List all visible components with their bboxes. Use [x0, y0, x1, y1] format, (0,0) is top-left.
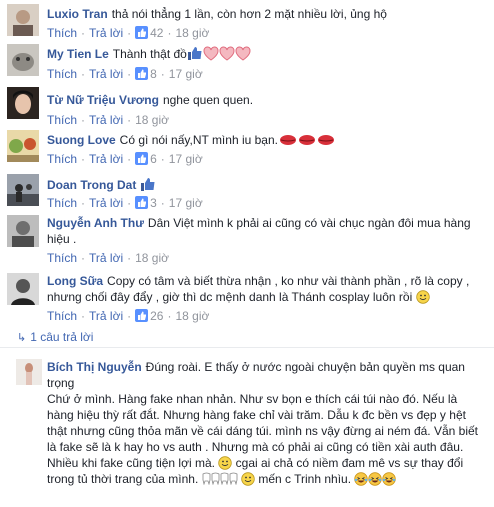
avatar[interactable] [7, 273, 39, 305]
like-button[interactable]: Thích [47, 152, 77, 166]
avatar[interactable] [7, 4, 39, 36]
timestamp[interactable]: 18 giờ [135, 251, 169, 265]
timestamp[interactable]: 17 giờ [169, 67, 203, 81]
avatar[interactable] [7, 44, 39, 76]
like-button[interactable]: Thích [47, 113, 77, 127]
like-button[interactable]: Thích [47, 26, 77, 40]
comment-actions: Thích · Trả lời · 8 · 17 giờ [47, 67, 203, 81]
comment-author[interactable]: Doan Trong Dat [47, 178, 136, 192]
laugh-tears-emoji-icon [382, 472, 397, 486]
like-count[interactable]: 26 [135, 309, 163, 323]
thumbs-up-emoji-icon [141, 178, 155, 191]
comment-author[interactable]: Long Sữa [47, 274, 103, 288]
comment-text-continued: mến c Trinh nhìu. [258, 472, 352, 486]
timestamp[interactable]: 18 giờ [135, 113, 169, 127]
heart-emoji-icon [235, 46, 251, 61]
comment-actions: Thích · Trả lời · 26 · 18 giờ [47, 309, 210, 323]
comment-list: Luxio Tran thả nói thẳng 1 lần, còn hơn 2… [0, 0, 494, 507]
view-replies-link[interactable]: ↳ 1 câu trả lời [17, 330, 93, 345]
like-count[interactable]: 8 [135, 67, 157, 81]
avatar[interactable] [7, 215, 39, 247]
reply-button[interactable]: Trả lời [89, 152, 123, 166]
tooth-emoji-icon [220, 472, 229, 485]
timestamp[interactable]: 18 giờ [175, 26, 209, 40]
divider [0, 347, 494, 348]
reply-button[interactable]: Trả lời [89, 196, 123, 210]
comment-author[interactable]: Luxio Tran [47, 7, 108, 21]
comment-text: Thành thật đồ [112, 47, 187, 61]
comment-actions: Thích · Trả lời · 18 giờ [47, 113, 169, 127]
like-count[interactable]: 42 [135, 26, 163, 40]
reply-button[interactable]: Trả lời [89, 113, 123, 127]
kiss-lips-emoji-icon [317, 135, 334, 145]
avatar[interactable] [7, 174, 39, 206]
like-button[interactable]: Thích [47, 67, 77, 81]
kiss-lips-emoji-icon [279, 135, 296, 145]
avatar[interactable] [7, 87, 39, 119]
laugh-tears-emoji-icon [368, 472, 383, 486]
heart-emoji-icon [203, 46, 219, 61]
smile-emoji-icon [218, 456, 232, 470]
like-icon [135, 152, 149, 165]
comment-text: thả nói thẳng 1 lần, còn hơn 2 mặt nhiều… [111, 7, 387, 21]
comment-author[interactable]: Từ Nữ Triệu Vương [47, 93, 159, 107]
like-count[interactable]: 6 [135, 152, 157, 166]
comment-author[interactable]: Nguyễn Anh Thư [47, 216, 144, 230]
kiss-lips-emoji-icon [298, 135, 315, 145]
tooth-emoji-icon [202, 472, 211, 485]
comment-author[interactable]: My Tien Le [47, 47, 109, 61]
like-button[interactable]: Thích [47, 196, 77, 210]
laugh-tears-emoji-icon [354, 472, 369, 486]
like-button[interactable]: Thích [47, 251, 77, 265]
comment-text: Có gì nói nấy,NT mình iu bạn. [119, 133, 278, 147]
comment-author[interactable]: Bích Thị Nguyễn [47, 360, 142, 374]
reply-button[interactable]: Trả lời [89, 251, 123, 265]
like-icon [135, 67, 149, 80]
like-icon [135, 26, 149, 39]
smile-emoji-icon [415, 290, 430, 304]
tooth-emoji-icon [229, 472, 238, 485]
comment-text: nghe quen quen. [162, 93, 254, 107]
comment-actions: Thích · Trả lời · 6 · 17 giờ [47, 152, 203, 166]
reply-button[interactable]: Trả lời [89, 309, 123, 323]
like-button[interactable]: Thích [47, 309, 77, 323]
smile-emoji-icon [241, 472, 255, 486]
heart-emoji-icon [219, 46, 235, 61]
comment-actions: Thích · Trả lời · 18 giờ [47, 251, 169, 265]
timestamp[interactable]: 18 giờ [175, 309, 209, 323]
timestamp[interactable]: 17 giờ [169, 196, 203, 210]
reply-button[interactable]: Trả lời [89, 67, 123, 81]
like-icon [135, 309, 149, 322]
like-count[interactable]: 3 [135, 196, 157, 210]
reply-button[interactable]: Trả lời [89, 26, 123, 40]
comment-author[interactable]: Suong Love [47, 133, 116, 147]
timestamp[interactable]: 17 giờ [169, 152, 203, 166]
comment-text: Copy có tâm và biết thừa nhận , ko như v… [47, 274, 470, 304]
like-icon [135, 196, 149, 209]
reply-arrow-icon: ↳ [17, 332, 27, 344]
thumbs-up-emoji-icon [187, 47, 202, 60]
tooth-emoji-icon [211, 472, 220, 485]
avatar[interactable] [7, 130, 39, 162]
comment-actions: Thích · Trả lời · 3 · 17 giờ [47, 196, 203, 210]
comment-actions: Thích · Trả lời · 42 · 18 giờ [47, 26, 210, 40]
avatar[interactable] [16, 359, 42, 385]
